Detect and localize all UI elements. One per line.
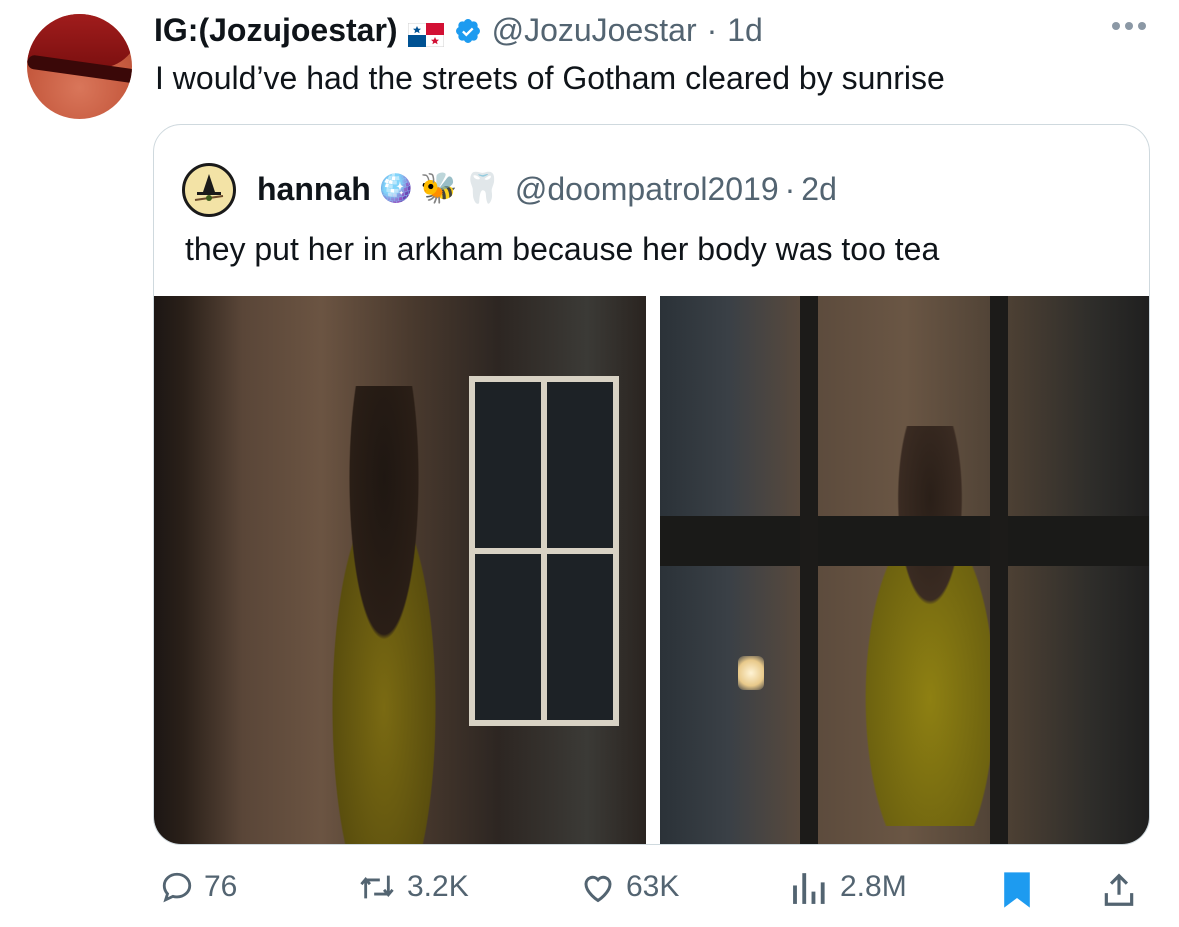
repost-button[interactable]: 3.2K xyxy=(357,870,469,904)
more-dot xyxy=(1125,22,1133,30)
separator-dot: · xyxy=(706,11,718,48)
lamp-shape xyxy=(738,656,764,690)
window-post-shape xyxy=(800,296,818,844)
figure-shape xyxy=(304,386,464,844)
more-dot xyxy=(1112,22,1120,30)
tooth-emoji: 🦷 xyxy=(463,172,501,205)
repost-count: 3.2K xyxy=(407,870,469,903)
timestamp[interactable]: 1d xyxy=(727,12,763,49)
like-count: 63K xyxy=(626,870,680,903)
witch-avatar-icon xyxy=(194,174,224,201)
quoted-avatar[interactable] xyxy=(182,163,236,217)
quoted-header: hannah 🪩 🐝 🦷 @doompatrol2019 · 2d xyxy=(257,167,837,211)
display-name[interactable]: IG:(Jozujoestar) xyxy=(154,12,398,49)
quoted-display-name[interactable]: hannah xyxy=(257,171,371,208)
like-button[interactable]: 63K xyxy=(580,870,679,904)
quoted-handle[interactable]: @doompatrol2019 xyxy=(515,171,779,208)
quoted-tweet[interactable]: hannah 🪩 🐝 🦷 @doompatrol2019 · 2d they p… xyxy=(153,124,1150,845)
quoted-timestamp[interactable]: 2d xyxy=(801,171,837,208)
share-button[interactable] xyxy=(1100,870,1138,910)
disco-ball-emoji: 🪩 xyxy=(376,172,415,205)
quoted-media xyxy=(154,296,1149,844)
more-icon[interactable] xyxy=(1112,22,1146,30)
action-bar: 76 3.2K 63K 2.8M xyxy=(0,860,1179,920)
media-image-right[interactable] xyxy=(660,296,1149,844)
reply-icon xyxy=(162,872,192,903)
heart-icon xyxy=(584,875,612,903)
views-count: 2.8M xyxy=(840,870,907,903)
reply-count: 76 xyxy=(204,870,238,903)
views-icon xyxy=(793,873,825,904)
quoted-separator-dot: · xyxy=(784,170,796,207)
panama-flag-icon xyxy=(407,18,445,48)
tweet-text: I would’ve had the streets of Gotham cle… xyxy=(155,60,945,96)
bookmark-icon xyxy=(1004,872,1030,908)
repost-icon xyxy=(360,875,394,899)
handle[interactable]: @JozuJoestar xyxy=(492,12,697,49)
share-icon xyxy=(1104,873,1134,906)
bee-emoji: 🐝 xyxy=(420,172,458,205)
quoted-text: they put her in arkham because her body … xyxy=(185,231,940,267)
bookmark-button[interactable] xyxy=(1001,870,1033,910)
verified-icon[interactable] xyxy=(454,16,482,44)
views-button[interactable]: 2.8M xyxy=(790,870,907,904)
tweet-header: IG:(Jozujoestar) @JozuJoestar · 1d xyxy=(154,10,763,50)
media-image-left[interactable] xyxy=(154,296,646,844)
window-bar-shape xyxy=(660,516,1149,566)
reply-button[interactable]: 76 xyxy=(160,870,237,904)
window-post-shape xyxy=(990,296,1008,844)
window-shape xyxy=(469,376,619,726)
avatar[interactable] xyxy=(27,14,132,119)
more-dot xyxy=(1138,22,1146,30)
